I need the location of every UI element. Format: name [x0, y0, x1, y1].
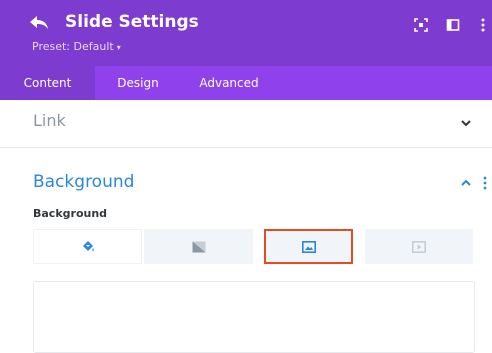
video-icon	[412, 240, 426, 253]
section-divider	[0, 147, 492, 148]
chevron-down-icon[interactable]	[460, 118, 472, 128]
link-section-toggle[interactable]: Link	[33, 111, 66, 130]
tab-content[interactable]: Content	[0, 66, 95, 100]
preset-dropdown[interactable]: Preset: Default ▾	[32, 40, 121, 53]
back-arrow-icon[interactable]	[29, 15, 49, 31]
image-icon	[301, 240, 316, 253]
settings-tabs: Content Design Advanced	[0, 66, 492, 100]
background-color-option[interactable]	[33, 229, 142, 264]
panel-title: Slide Settings	[65, 12, 199, 32]
background-section-toggle[interactable]: Background	[33, 172, 134, 192]
background-preview-area[interactable]	[33, 281, 475, 353]
chevron-down-icon: ▾	[116, 43, 121, 52]
split-view-icon[interactable]	[446, 18, 460, 32]
expand-icon[interactable]	[414, 18, 428, 32]
tab-design[interactable]: Design	[95, 66, 181, 100]
background-gradient-option[interactable]	[144, 229, 253, 264]
tab-advanced[interactable]: Advanced	[181, 66, 277, 100]
chevron-up-icon[interactable]	[460, 178, 472, 188]
background-image-option[interactable]	[264, 229, 353, 264]
background-video-option[interactable]	[365, 229, 473, 264]
gradient-icon	[192, 241, 205, 252]
more-vertical-icon[interactable]	[476, 18, 490, 32]
preset-label: Preset: Default	[32, 40, 114, 53]
settings-header: Slide Settings Preset: Default ▾	[0, 0, 492, 66]
paint-bucket-icon	[82, 240, 94, 251]
background-field-label: Background	[33, 207, 108, 220]
more-vertical-icon[interactable]	[483, 176, 487, 190]
